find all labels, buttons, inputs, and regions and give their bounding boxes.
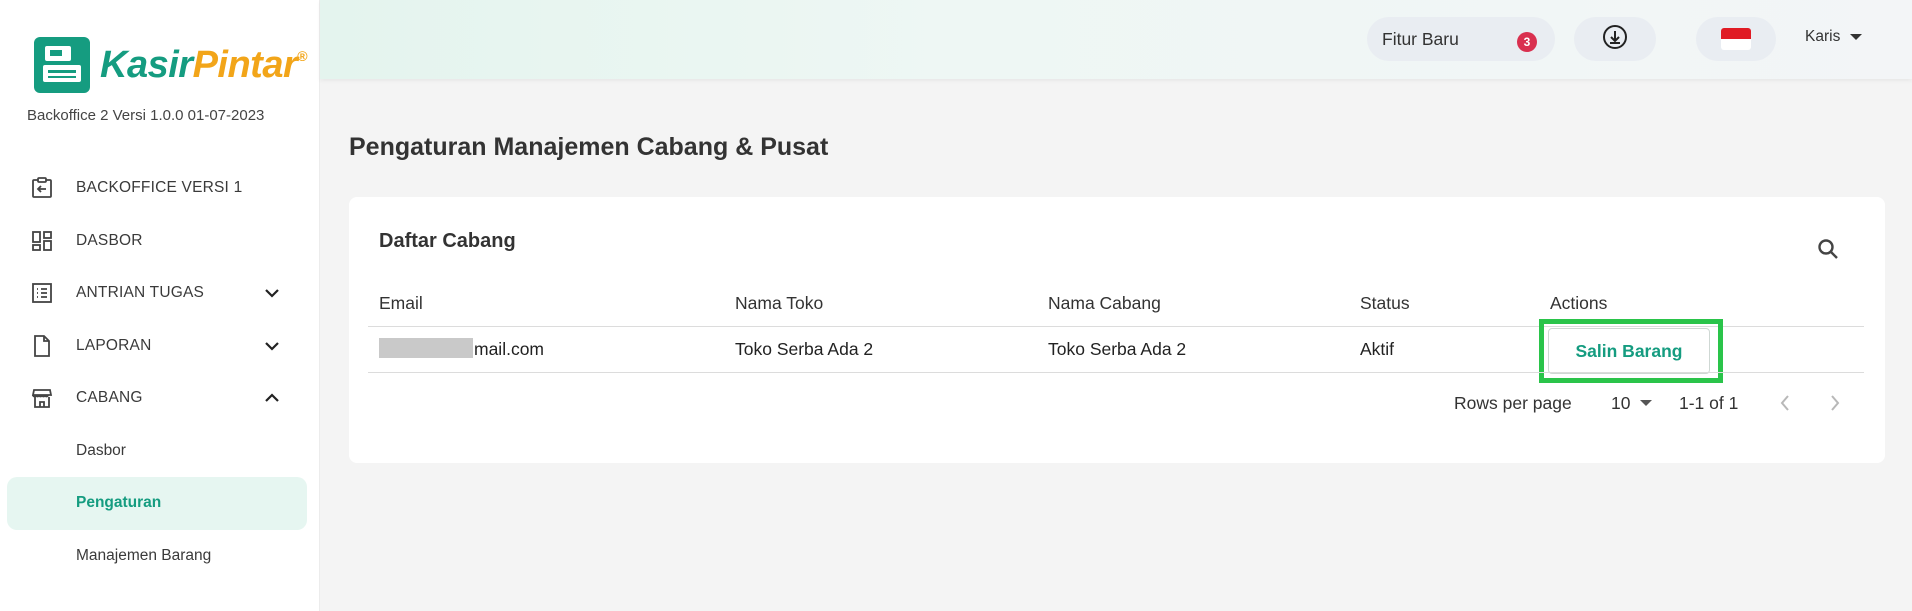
fitur-baru-button[interactable]: Fitur Baru 3 [1367,17,1555,61]
download-button[interactable] [1574,17,1656,61]
highlight-box: Salin Barang [1539,319,1723,383]
chevron-down-icon[interactable] [262,334,282,358]
column-header-status[interactable]: Status [1360,293,1410,314]
search-button[interactable] [1814,237,1842,265]
prev-page-button[interactable] [1775,393,1795,417]
redacted-email-block [379,338,473,359]
sidebar-item-label: DASBOR [76,231,143,249]
kasirpintar-logo[interactable]: KasirPintar® [34,37,308,93]
sidebar-item-laporan[interactable]: LAPORAN [0,320,320,373]
branch-list-card: Daftar Cabang Email Nama Toko Nama Caban… [349,197,1885,463]
rows-per-page-select[interactable]: 10 [1611,393,1653,414]
sidebar-item-antrian-tugas[interactable]: ANTRIAN TUGAS [0,267,320,320]
nama-toko-cell: Toko Serba Ada 2 [735,339,874,359]
fitur-baru-label: Fitur Baru [1382,28,1459,49]
chevron-left-icon [1780,394,1790,417]
search-icon [1816,237,1840,266]
sidebar-subitem-manajemen-barang[interactable]: Manajemen Barang [0,530,320,583]
user-menu[interactable]: Karis [1805,28,1863,46]
card-title: Daftar Cabang [379,230,516,252]
sidebar-item-label: BACKOFFICE VERSI 1 [76,179,243,197]
status-cell: Aktif [1360,339,1395,359]
chevron-up-icon[interactable] [262,386,282,410]
indonesia-flag-icon [1721,28,1751,50]
sidebar-item-dasbor[interactable]: DASBOR [0,215,320,268]
sidebar-item-backoffice-v1[interactable]: BACKOFFICE VERSI 1 [0,162,320,215]
sidebar-item-label: LAPORAN [76,336,152,354]
download-icon [1602,24,1628,55]
row-divider [368,372,1864,373]
sidebar-subitem-dasbor[interactable]: Dasbor [0,425,320,478]
version-label: Backoffice 2 Versi 1.0.0 01-07-2023 [27,107,265,124]
caret-down-icon [1850,34,1863,40]
nama-cabang-cell: Toko Serba Ada 2 [1048,339,1187,359]
sidebar: KasirPintar® Backoffice 2 Versi 1.0.0 01… [0,0,320,611]
column-header-email[interactable]: Email [379,293,423,314]
back-arrow-icon [30,176,54,200]
store-icon [30,386,54,410]
sidebar-item-label: ANTRIAN TUGAS [76,284,205,302]
dashboard-icon [30,229,54,253]
document-icon [30,334,54,358]
language-button[interactable] [1696,17,1776,61]
cash-register-icon [34,37,90,93]
top-header: Fitur Baru 3 Karis [320,0,1912,79]
user-name: Karis [1805,28,1841,45]
chevron-right-icon [1830,394,1840,417]
caret-down-icon [1640,400,1653,406]
sidebar-item-label: CABANG [76,389,143,407]
column-header-actions: Actions [1550,293,1608,313]
rows-per-page-label: Rows per page [1454,393,1572,413]
sidebar-subitem-pengaturan[interactable]: Pengaturan [7,477,307,530]
next-page-button[interactable] [1825,393,1845,417]
column-header-nama-toko[interactable]: Nama Toko [735,293,823,314]
sidebar-nav: BACKOFFICE VERSI 1 DASBOR ANTRIAN TUGAS … [0,162,320,582]
logo-text: KasirPintar® [100,43,308,86]
pagination-range: 1-1 of 1 [1679,393,1739,413]
task-list-icon [30,281,54,305]
column-header-nama-cabang[interactable]: Nama Cabang [1048,293,1161,314]
email-cell: mail.com [379,338,544,360]
notification-badge: 3 [1517,32,1537,52]
salin-barang-button[interactable]: Salin Barang [1548,328,1710,374]
page-title: Pengaturan Manajemen Cabang & Pusat [349,133,829,161]
sidebar-item-cabang[interactable]: CABANG [0,372,320,425]
chevron-down-icon[interactable] [262,281,282,305]
